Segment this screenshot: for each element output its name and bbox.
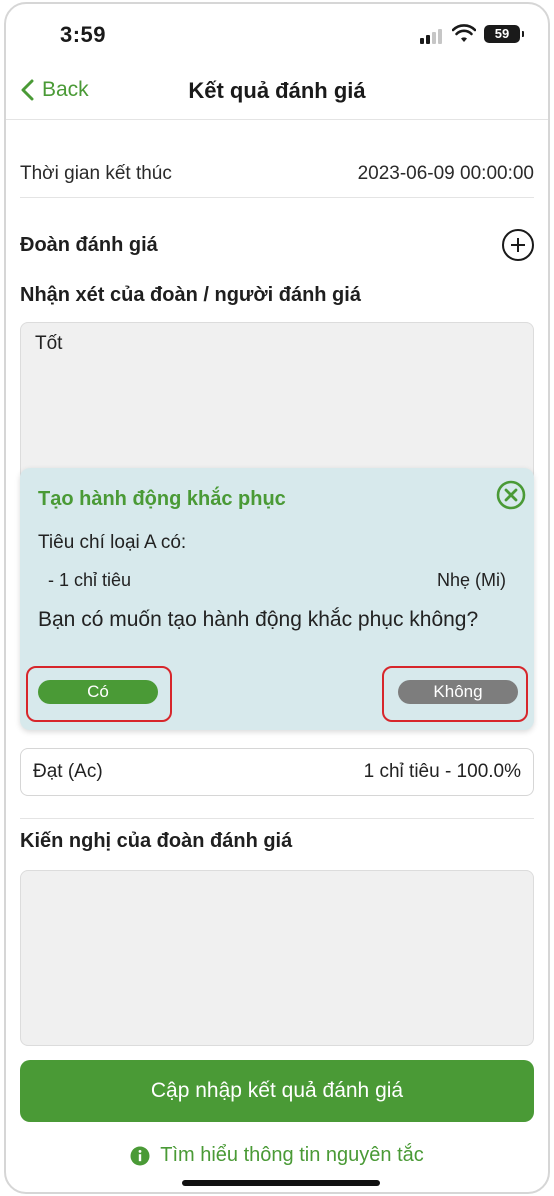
close-icon[interactable] — [496, 480, 526, 510]
end-time-label: Thời gian kết thúc — [20, 162, 172, 184]
no-button[interactable]: Không — [398, 680, 518, 704]
info-icon — [130, 1146, 150, 1165]
learn-more-label: Tìm hiểu thông tin nguyên tắc — [160, 1144, 424, 1166]
status-time: 3:59 — [60, 22, 107, 47]
comment-textarea[interactable]: Tốt — [20, 322, 534, 482]
recommendation-textarea[interactable] — [20, 870, 534, 1046]
end-time-value: 2023-06-09 00:00:00 — [357, 162, 534, 184]
page-title: Kết quả đánh giá — [188, 78, 366, 103]
wifi-icon — [452, 24, 476, 42]
end-time-row: Thời gian kết thúc 2023-06-09 00:00:00 — [20, 150, 534, 198]
dialog-criteria-text: Tiêu chí loại A có: — [38, 532, 187, 553]
yes-button[interactable]: Có — [38, 680, 158, 704]
navigation-bar: Back Kết quả đánh giá — [6, 66, 548, 120]
dialog-title: Tạo hành động khắc phục — [38, 488, 286, 510]
comment-label: Nhận xét của đoàn / người đánh giá — [20, 284, 361, 306]
cellular-signal-icon — [420, 28, 446, 44]
criteria-severity: Nhẹ (Mi) — [436, 570, 506, 590]
dialog-question: Bạn có muốn tạo hành động khắc phục khôn… — [38, 608, 479, 631]
phone-screen: 3:59 59 Back Kết quả đánh giá Thời gian … — [4, 2, 550, 1194]
dialog-criteria-item: - 1 chỉ tiêu Nhẹ (Mi) — [48, 570, 506, 591]
pass-row: Đạt (Ac) 1 chỉ tiêu - 100.0% — [20, 748, 534, 796]
team-row: Đoàn đánh giá — [20, 222, 534, 268]
status-bar: 3:59 59 — [6, 4, 548, 64]
corrective-action-dialog: Tạo hành động khắc phục Tiêu chí loại A … — [20, 468, 534, 730]
pass-label: Đạt (Ac) — [33, 761, 103, 782]
battery-icon: 59 — [484, 25, 524, 43]
criteria-count: - 1 chỉ tiêu — [48, 570, 132, 590]
learn-more-link[interactable]: Tìm hiểu thông tin nguyên tắc — [6, 1144, 548, 1167]
team-label: Đoàn đánh giá — [20, 233, 158, 256]
pass-value: 1 chỉ tiêu - 100.0% — [363, 761, 521, 782]
home-indicator — [182, 1180, 380, 1186]
add-team-button[interactable] — [502, 229, 534, 261]
update-result-button[interactable]: Cập nhập kết quả đánh giá — [20, 1060, 534, 1122]
divider — [20, 818, 534, 819]
recommendation-label: Kiến nghị của đoàn đánh giá — [20, 830, 293, 852]
